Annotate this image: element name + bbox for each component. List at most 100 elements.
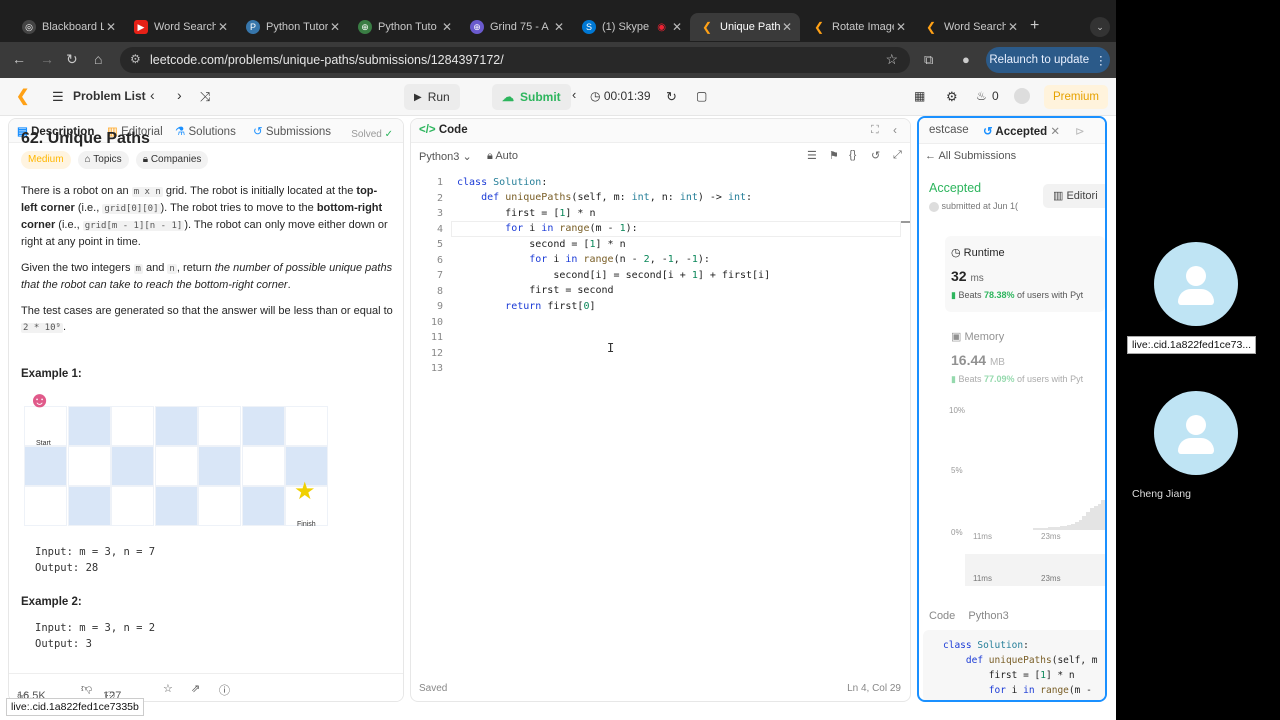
line-number: 5: [436, 239, 443, 250]
note-icon[interactable]: ▢: [696, 89, 707, 103]
forward-arrow-icon[interactable]: →: [40, 51, 54, 67]
tab-blackboard[interactable]: ◎ Blackboard L ✕: [12, 13, 124, 41]
close-icon[interactable]: ✕: [552, 20, 566, 34]
tab-python-tutor-1[interactable]: P Python Tutor ✕: [236, 13, 348, 41]
globe-icon: ⊕: [358, 20, 372, 34]
cloud-upload-icon: ☁: [502, 90, 514, 104]
close-icon[interactable]: ✕: [216, 20, 230, 34]
range-selector[interactable]: 11ms 23ms: [965, 554, 1105, 586]
tab-word-search-lc[interactable]: ❮ Word Search ✕: [914, 13, 1026, 41]
site-info-icon[interactable]: ⚙: [130, 52, 141, 66]
problem-list-link[interactable]: Problem List: [73, 89, 146, 103]
tab-rotate-image[interactable]: ❮ Rotate Image ✕: [802, 13, 914, 41]
streak-fire-icon[interactable]: ♨: [976, 89, 987, 103]
url-bar[interactable]: ⚙ leetcode.com/problems/unique-paths/sub…: [120, 47, 910, 73]
tab-grind75[interactable]: ⊕ Grind 75 - A ✕: [460, 13, 572, 41]
tab-accepted[interactable]: ↺ Accepted ✕: [983, 124, 1060, 138]
format-icon[interactable]: ☰: [807, 149, 817, 162]
submitted-code-preview: class Solution: def uniquePaths(self, m …: [923, 630, 1105, 700]
shuffle-icon[interactable]: ⤨: [200, 89, 210, 105]
more-tabs-icon[interactable]: ⊳: [1075, 124, 1085, 138]
auto-mode[interactable]: 🔒︎ Auto: [487, 150, 518, 163]
close-icon[interactable]: ✕: [780, 20, 794, 34]
memory-card[interactable]: ▣ Memory 16.44 MB ▮ Beats 77.09% of user…: [945, 322, 1105, 402]
status-text: Accepted: [929, 181, 982, 195]
maximize-icon[interactable]: ⛶: [871, 124, 879, 137]
fullscreen-icon[interactable]: ⤢: [893, 149, 902, 162]
companies-tag[interactable]: 🔒︎ Companies: [135, 151, 209, 169]
example-2-heading: Example 2:: [21, 596, 82, 608]
extensions-icon[interactable]: ⧉: [924, 52, 933, 68]
participant-avatar-1[interactable]: [1154, 242, 1238, 326]
runtime-card[interactable]: ◷ Runtime 32 ms ▮ Beats 78.38% of users …: [945, 236, 1105, 312]
tab-unique-paths[interactable]: ❮ Unique Path ✕: [690, 13, 800, 41]
close-icon[interactable]: ✕: [1050, 126, 1060, 138]
chevron-left-icon[interactable]: ‹: [572, 87, 576, 102]
example-grid-image: ☻ Start ★ Finish: [24, 389, 329, 532]
share-icon[interactable]: ⇗: [191, 682, 200, 695]
undo-icon[interactable]: ↺: [871, 149, 880, 162]
close-icon[interactable]: ✕: [894, 20, 908, 34]
grid-cell: [24, 446, 67, 486]
grid-cell: [154, 446, 198, 486]
play-icon: ▶: [414, 91, 422, 103]
editor-toolbar: Python3 ⌄ 🔒︎ Auto ☰ ⚑ {} ↺ ⤢: [411, 143, 910, 169]
run-button[interactable]: ▶ Run: [404, 84, 460, 110]
leetcode-logo-icon[interactable]: ❮: [16, 86, 29, 106]
history-icon: ↺: [983, 126, 993, 138]
lock-icon: 🔒︎: [142, 154, 149, 165]
line-number: 1: [436, 177, 443, 188]
home-icon[interactable]: ⌂: [94, 51, 102, 67]
premium-button[interactable]: Premium: [1044, 85, 1108, 109]
youtube-icon: ▶: [134, 20, 148, 34]
bookmark-icon[interactable]: ⚑: [829, 149, 839, 162]
topics-tag[interactable]: ⌂ Topics: [77, 151, 129, 169]
star-icon: ★: [294, 478, 316, 505]
lock-icon: 🔒︎: [487, 150, 493, 162]
back-arrow-icon[interactable]: ←: [12, 51, 26, 67]
close-icon[interactable]: ✕: [670, 20, 684, 34]
profile-icon[interactable]: ●: [962, 52, 970, 67]
reset-timer-icon[interactable]: ↻: [666, 89, 677, 105]
close-icon[interactable]: ✕: [328, 20, 342, 34]
prev-problem-icon[interactable]: ‹: [150, 87, 155, 103]
help-icon[interactable]: ⓘ: [219, 682, 230, 698]
tab-word-search[interactable]: ▶ Word Search ✕: [124, 13, 236, 41]
new-tab-button[interactable]: +: [1030, 17, 1039, 35]
timer[interactable]: ◷ 00:01:39: [590, 89, 651, 103]
grid-cell: [154, 406, 198, 446]
settings-gear-icon[interactable]: ⚙: [946, 89, 958, 105]
bookmark-star-icon[interactable]: ☆: [885, 51, 898, 68]
reload-icon[interactable]: ↻: [66, 51, 78, 68]
start-label: Start: [36, 440, 51, 447]
collapse-icon[interactable]: ‹: [893, 123, 897, 137]
tab-testcase[interactable]: estcase: [929, 124, 969, 136]
tab-skype[interactable]: S (1) Skype ◉ ✕: [572, 13, 690, 41]
runtime-distribution-chart: [973, 458, 1105, 530]
favorite-star-icon[interactable]: ☆: [163, 682, 173, 695]
code-brackets-icon: </>: [419, 124, 436, 136]
close-icon[interactable]: ✕: [1006, 20, 1020, 34]
braces-icon[interactable]: {}: [849, 149, 856, 161]
page-title: 62. Unique Paths: [21, 130, 150, 147]
tab-search-button[interactable]: ⌄: [1090, 17, 1110, 37]
axis-label-10: 10%: [949, 406, 966, 415]
avatar[interactable]: [1014, 88, 1030, 104]
all-submissions-link[interactable]: ← All Submissions: [925, 150, 1016, 162]
code-line: for i in range(n - 2, -1, -1):: [529, 254, 710, 265]
participant-avatar-2[interactable]: [1154, 391, 1238, 475]
relaunch-button[interactable]: Relaunch to update ⋮: [986, 47, 1110, 73]
grid-cell: [198, 406, 241, 446]
editorial-button[interactable]: ▥ Editori: [1043, 184, 1105, 208]
next-problem-icon[interactable]: ›: [177, 87, 182, 103]
scroll-indicator[interactable]: [901, 221, 910, 223]
language-select[interactable]: Python3 ⌄: [419, 150, 472, 163]
clock-icon: ◷: [951, 247, 961, 259]
tab-python-tutor-2[interactable]: ⊕ Python Tuto ✕: [348, 13, 460, 41]
submit-button[interactable]: ☁ Submit: [492, 84, 571, 110]
line-number: 13: [430, 363, 443, 374]
close-icon[interactable]: ✕: [104, 20, 118, 34]
thumbs-down-icon[interactable]: 👎︎: [81, 682, 92, 695]
close-icon[interactable]: ✕: [440, 20, 454, 34]
layout-icon[interactable]: ▦: [914, 89, 925, 103]
